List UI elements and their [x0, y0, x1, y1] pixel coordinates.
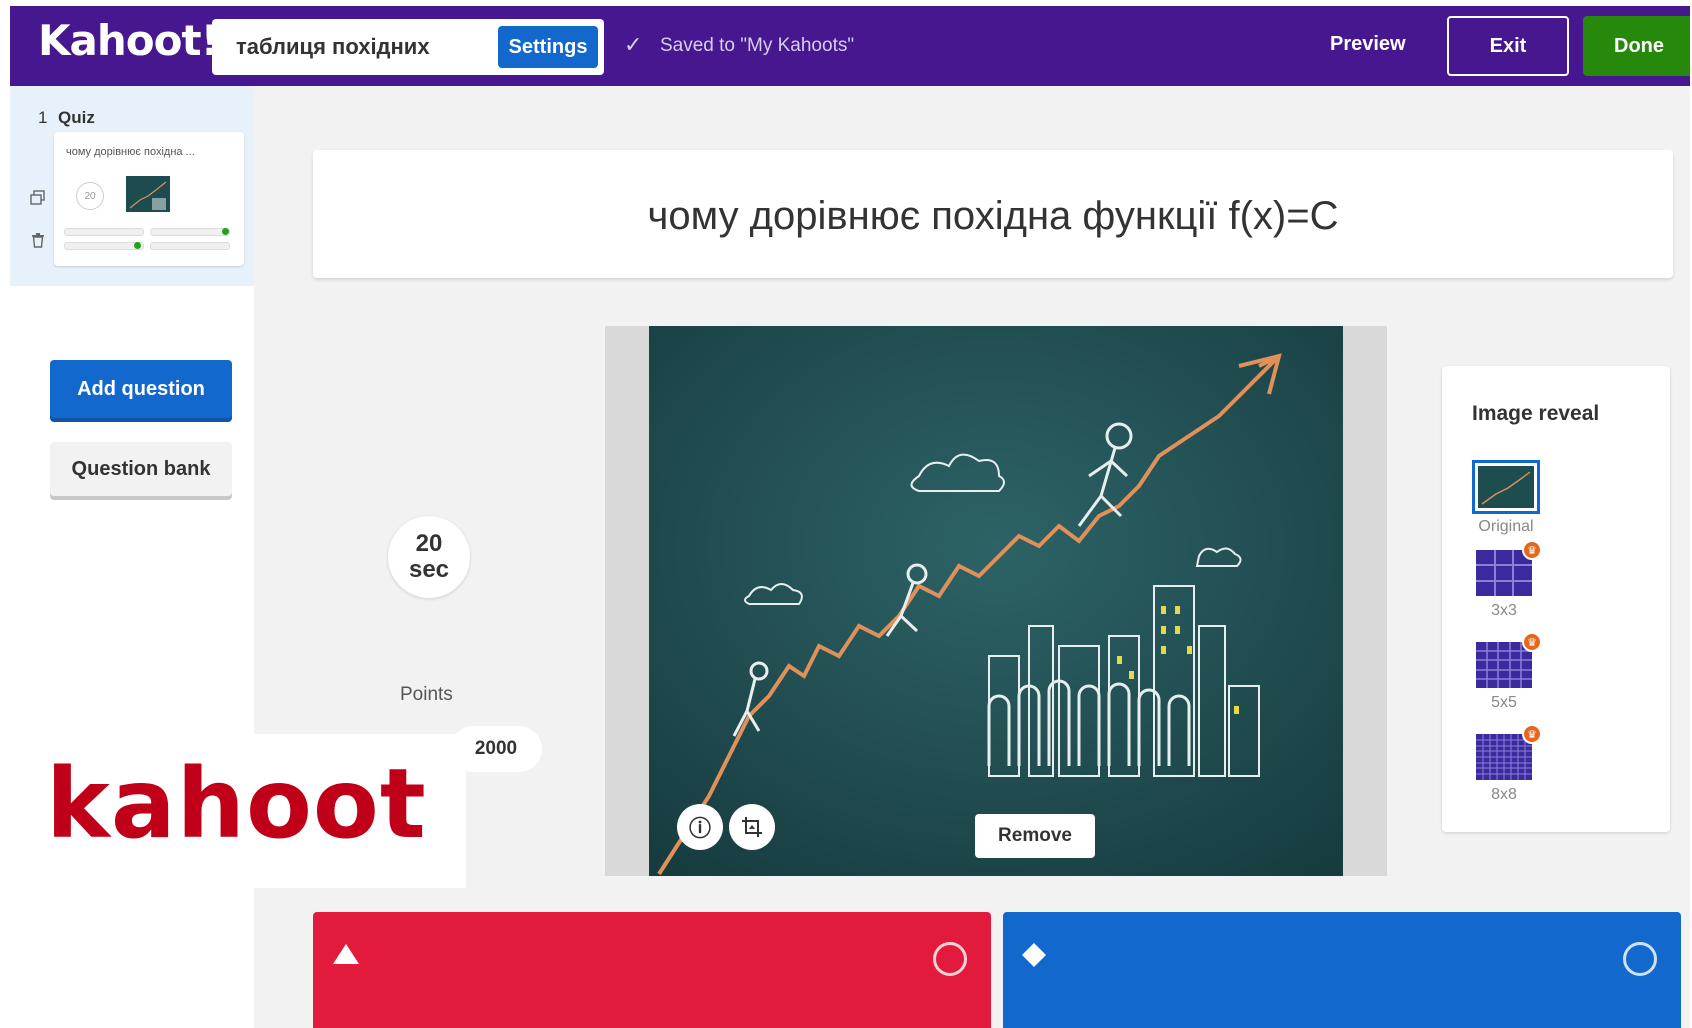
grid-5x5-icon: [1476, 642, 1532, 688]
reveal-option-label: 3x3: [1491, 602, 1517, 619]
correct-answer-toggle[interactable]: [1623, 942, 1657, 976]
done-button[interactable]: Done: [1583, 16, 1690, 76]
question-title: чому дорівнює похідна функції f(x)=C: [647, 194, 1339, 238]
checkmark-icon: ✓: [624, 32, 643, 57]
answer-bar: [150, 228, 230, 236]
time-limit-unit: sec: [408, 556, 450, 583]
correct-answer-toggle[interactable]: [933, 942, 967, 976]
slide-type: Quiz: [58, 108, 95, 127]
reveal-option-label: 5x5: [1491, 694, 1517, 711]
settings-button[interactable]: Settings: [498, 26, 598, 68]
duplicate-icon[interactable]: [30, 190, 48, 208]
question-bank-button[interactable]: Question bank: [50, 442, 232, 496]
grid-3x3-icon: [1476, 550, 1532, 596]
question-image: ⓘ Remove: [649, 326, 1343, 876]
reveal-option-8x8[interactable]: ♛: [1476, 724, 1542, 780]
triangle-icon: [333, 944, 359, 964]
slide-thumbnail-image: [126, 176, 170, 212]
correct-answer-dot: [222, 228, 229, 235]
kahoot-title-text: таблиця похідних: [236, 34, 430, 59]
image-reveal-title: Image reveal: [1472, 402, 1600, 425]
slide-item[interactable]: 1 Quiz чому дорівнює похідна ... 20: [10, 86, 254, 286]
premium-crown-icon: ♛: [1522, 632, 1542, 652]
time-limit-value: 20: [415, 530, 443, 557]
slide-thumbnail-timer: 20: [76, 182, 104, 210]
caption-text: kahoot: [46, 748, 427, 860]
slide-thumbnail[interactable]: чому дорівнює похідна ... 20: [54, 132, 244, 266]
premium-crown-icon: ♛: [1522, 724, 1542, 744]
diamond-icon: [1022, 943, 1046, 967]
reveal-option-label: 8x8: [1491, 786, 1517, 803]
media-area: ⓘ Remove: [605, 326, 1387, 876]
kahoot-title-field[interactable]: таблиця похідних Settings: [212, 19, 604, 75]
top-bar: Kahoot! таблиця похідних Settings ✓ Save…: [10, 6, 1690, 86]
caption-overlay: kahoot: [10, 734, 466, 888]
time-limit-button[interactable]: 20 sec: [388, 516, 470, 598]
info-icon[interactable]: ⓘ: [677, 804, 723, 850]
question-title-field[interactable]: чому дорівнює похідна функції f(x)=C: [313, 150, 1673, 278]
correct-answer-dot: [134, 242, 141, 249]
preview-button[interactable]: Preview: [1330, 33, 1406, 56]
kahoot-logo[interactable]: Kahoot!: [38, 16, 220, 65]
remove-image-button[interactable]: Remove: [975, 814, 1095, 858]
reveal-option-5x5[interactable]: ♛: [1476, 632, 1542, 688]
original-thumbnail-icon: [1478, 466, 1534, 508]
answer-bar: [64, 228, 144, 236]
add-question-button[interactable]: Add question: [50, 360, 232, 418]
image-reveal-panel: Image reveal Original ♛ 3x3 ♛ 5x5 ♛ 8x8: [1442, 366, 1670, 832]
slide-number: 1: [38, 108, 48, 127]
grid-8x8-icon: [1476, 734, 1532, 780]
trash-icon[interactable]: [30, 232, 48, 250]
exit-button[interactable]: Exit: [1447, 16, 1569, 76]
answer-bar: [64, 242, 144, 250]
crop-image-icon[interactable]: [729, 804, 775, 850]
slide-thumbnail-title: чому дорівнює похідна ...: [66, 146, 195, 158]
app-window: Kahoot! таблиця похідних Settings ✓ Save…: [10, 6, 1690, 1028]
points-label: Points: [400, 684, 453, 705]
reveal-option-label: Original: [1478, 518, 1534, 535]
answer-tile-blue[interactable]: [1003, 912, 1681, 1028]
reveal-option-original[interactable]: [1472, 460, 1540, 514]
answer-tile-red[interactable]: [313, 912, 991, 1028]
answer-bar: [150, 242, 230, 250]
saved-status: Saved to "My Kahoots": [660, 35, 855, 56]
reveal-option-3x3[interactable]: ♛: [1476, 540, 1542, 596]
premium-crown-icon: ♛: [1522, 540, 1542, 560]
